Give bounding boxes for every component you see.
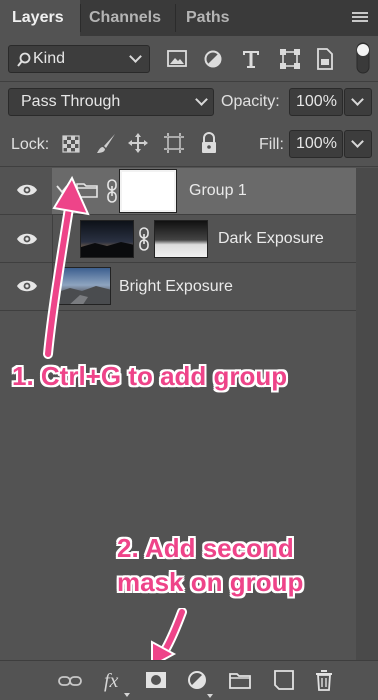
lock-all-icon[interactable] <box>200 132 218 154</box>
annotation-arrow-1 <box>43 175 90 359</box>
chevron-down-icon <box>195 93 208 106</box>
pixel-layer-filter-icon[interactable] <box>167 50 187 68</box>
add-mask-icon[interactable] <box>145 670 167 690</box>
adjustment-filter-icon[interactable] <box>203 49 223 69</box>
search-icon <box>17 52 31 67</box>
filter-toggle-icon[interactable] <box>355 42 371 74</box>
layer-name[interactable]: Group 1 <box>189 182 247 200</box>
fill-slider-button[interactable] <box>344 130 372 158</box>
layer-mask-thumbnail[interactable] <box>154 220 208 258</box>
opacity-slider-button[interactable] <box>344 88 372 116</box>
chevron-down-icon <box>351 93 364 106</box>
fill-value: 100% <box>296 135 337 152</box>
type-filter-icon[interactable] <box>242 49 260 69</box>
shape-filter-icon[interactable] <box>279 48 301 70</box>
fill-input[interactable]: 100% <box>289 130 343 158</box>
layer-name[interactable]: Dark Exposure <box>218 230 324 248</box>
group-mask-thumbnail[interactable] <box>119 169 177 213</box>
new-layer-icon[interactable] <box>274 670 294 690</box>
filter-kind-dropdown[interactable]: Kind <box>8 45 150 73</box>
chevron-down-icon <box>129 50 142 63</box>
chevron-down-icon <box>351 135 364 148</box>
link-layers-icon[interactable] <box>58 675 82 687</box>
divider <box>0 166 378 167</box>
tab-channels[interactable]: Channels <box>81 0 175 36</box>
tab-paths[interactable]: Paths <box>176 0 246 36</box>
layers-bottom-toolbar: fx <box>0 660 378 700</box>
filter-kind-label: Kind <box>33 50 66 67</box>
panel-menu-icon[interactable] <box>352 12 368 24</box>
annotation-step-2-line-1: 2. Add second <box>117 533 294 563</box>
tab-layers[interactable]: Layers <box>0 0 80 36</box>
fx-icon[interactable]: fx <box>102 669 132 699</box>
panel-tab-bar: Layers Channels Paths <box>0 0 378 36</box>
lock-position-icon[interactable] <box>127 132 149 154</box>
mask-link-icon[interactable] <box>138 227 150 251</box>
new-group-icon[interactable] <box>229 672 251 690</box>
layers-scrollbar[interactable] <box>356 168 378 660</box>
svg-text:fx: fx <box>104 670 119 692</box>
blend-mode-value: Pass Through <box>21 93 121 110</box>
opacity-value: 100% <box>296 93 337 110</box>
trash-icon[interactable] <box>315 669 333 691</box>
lock-transparent-pixels-icon[interactable] <box>62 135 80 153</box>
divider <box>0 81 378 82</box>
annotation-step-1: 1. Ctrl+G to add group <box>12 361 288 391</box>
lock-artboard-icon[interactable] <box>163 132 185 154</box>
opacity-label: Opacity: <box>221 93 280 110</box>
fill-label: Fill: <box>259 136 284 153</box>
lock-image-pixels-icon[interactable] <box>95 133 117 155</box>
adjustment-layer-icon[interactable] <box>187 670 217 700</box>
opacity-input[interactable]: 100% <box>289 88 343 116</box>
smart-object-filter-icon[interactable] <box>315 48 335 70</box>
lock-label: Lock: <box>11 136 50 153</box>
layer-name[interactable]: Bright Exposure <box>119 278 233 296</box>
mask-link-icon[interactable] <box>106 179 118 203</box>
blend-mode-dropdown[interactable]: Pass Through <box>8 88 214 116</box>
annotation-step-2-line-2: mask on group <box>117 567 304 597</box>
